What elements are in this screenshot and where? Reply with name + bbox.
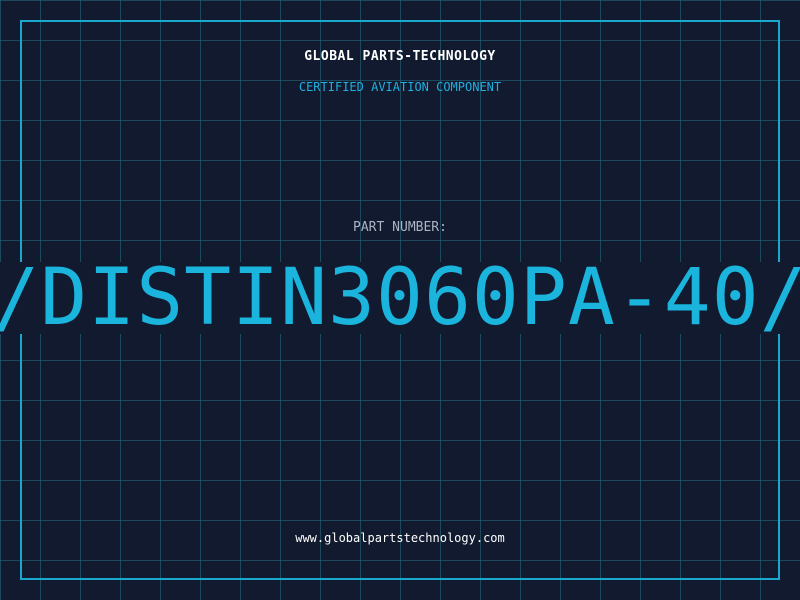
part-number-value: D/DISTIN3060PA-40/M <box>0 262 800 334</box>
part-card: GLOBAL PARTS-TECHNOLOGY CERTIFIED AVIATI… <box>0 0 800 600</box>
website-link[interactable]: www.globalpartstechnology.com <box>0 531 800 545</box>
part-number-label: PART NUMBER: <box>353 220 447 235</box>
certification-tagline: CERTIFIED AVIATION COMPONENT <box>298 80 502 94</box>
company-name: GLOBAL PARTS-TECHNOLOGY <box>304 49 496 64</box>
part-number-band: D/DISTIN3060PA-40/M <box>0 262 800 334</box>
